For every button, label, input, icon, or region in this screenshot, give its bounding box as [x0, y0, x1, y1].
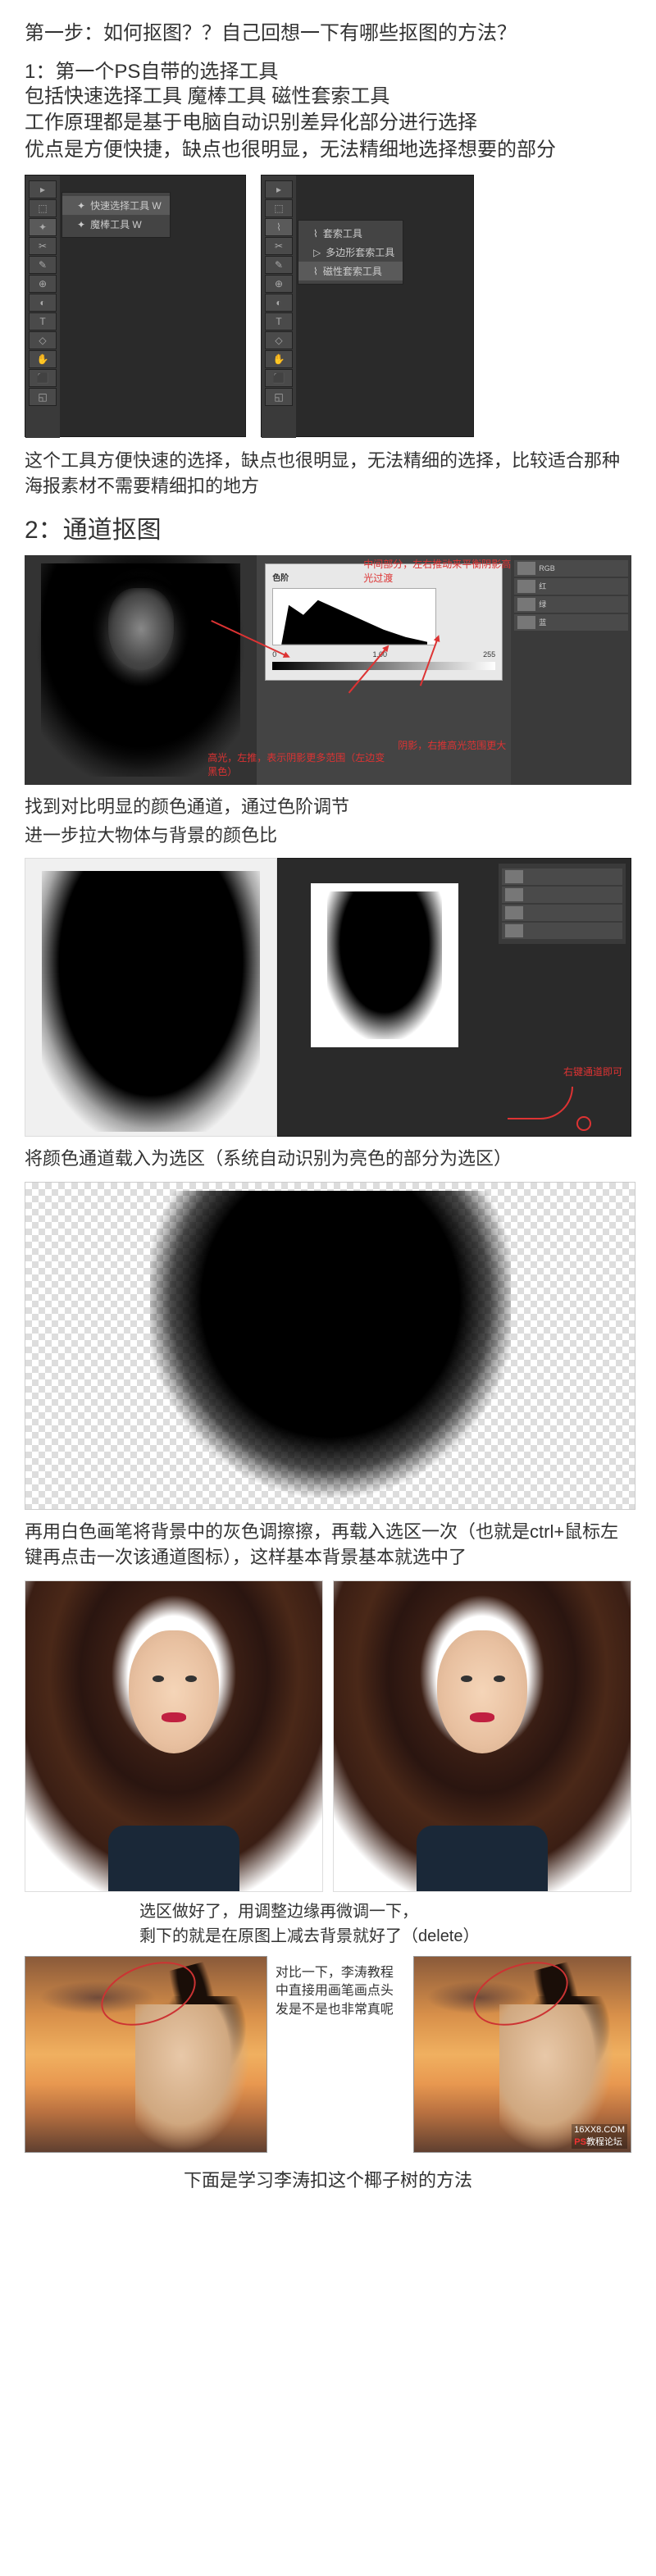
tool-icon: ✋	[29, 350, 57, 368]
tool-icon: T	[29, 312, 57, 331]
annot-bl: 高光，左推，表示阴影更多范围（左边变黑色）	[207, 750, 388, 778]
tool-icon: ✎	[29, 256, 57, 274]
tool-icon-lasso: ⌇	[265, 218, 293, 236]
caption-channel2: 将颜色通道载入为选区（系统自动识别为亮色的部分为选区）	[25, 1147, 631, 1172]
channel-row: 蓝	[514, 614, 628, 631]
channel-row: 红	[514, 578, 628, 595]
flyout-quickselect: ✦ 快速选择工具 W	[62, 196, 170, 215]
ps-channels-panel: RGB 红 绿 蓝	[511, 555, 631, 785]
flyout-magnetic-lasso: ⌇ 磁性套索工具	[298, 262, 403, 280]
channel-row: 绿	[514, 596, 628, 613]
method1-line3: 优点是方便快捷，缺点也很明显，无法精细地选择想要的部分	[25, 137, 631, 163]
portrait-right	[333, 1580, 631, 1892]
caption-channel1: 找到对比明显的颜色通道，通过色阶调节	[25, 795, 631, 820]
tool-icon: ◇	[29, 331, 57, 349]
tool-icon: ✂	[265, 237, 293, 255]
method2-header: 2：通道抠图	[25, 509, 631, 545]
indent-text1: 选区做好了，用调整边缘再微调一下，	[139, 1900, 631, 1923]
layers-panel	[499, 864, 626, 944]
portrait-left	[25, 1580, 323, 1892]
ps-panel-2: ▸ ⬚ ⌇ ✂ ✎ ⊕ ◐ T ◇ ✋ ⬛ ◱ ⌇ 套索工具 ▷ 多边形套索工具…	[261, 175, 474, 437]
tool-icon: T	[265, 312, 293, 331]
annot-top: 中间部分，左右推动来平衡阴影高光过渡	[363, 557, 511, 585]
caption-channel1b: 进一步拉大物体与背景的颜色比	[25, 823, 631, 849]
tool-icon: ⬛	[265, 369, 293, 387]
tool-icon: ◱	[265, 388, 293, 406]
ps-toolbar-1: ▸ ⬚ ✦ ✂ ✎ ⊕ ◐ T ◇ ✋ ⬛ ◱	[25, 176, 60, 438]
tool-icon: ◐	[29, 294, 57, 312]
sunset-right: 16XX8.COM PS教程论坛	[413, 1956, 631, 2153]
tool-icon: ⬛	[29, 369, 57, 387]
red-arrow-curve	[508, 1087, 573, 1119]
method1-line2: 工作原理都是基于电脑自动识别差异化部分进行选择	[25, 110, 631, 136]
indent-text2: 剩下的就是在原图上减去背景就好了（delete）	[139, 1925, 631, 1948]
tool-icon: ⊕	[265, 275, 293, 293]
channel-levels-screenshot: 色阶 01.00255 中间部分，左右推动来平衡阴影高光过渡 阴影，右推高光范围…	[25, 555, 631, 785]
annot-rightclick: 右键通道即可	[563, 1065, 622, 1078]
tool-icon: ⬚	[265, 199, 293, 217]
tool-icon: ✎	[265, 256, 293, 274]
watermark: 16XX8.COM PS教程论坛	[572, 2124, 627, 2149]
ps-workspace: 右键通道即可	[277, 858, 631, 1137]
flyout-lasso: ⌇ 套索工具	[298, 224, 403, 243]
histogram	[272, 588, 436, 645]
toolbar-screenshots: ▸ ⬚ ✦ ✂ ✎ ⊕ ◐ T ◇ ✋ ⬛ ◱ ✦ 快速选择工具 W ✦ 魔棒工…	[25, 175, 631, 437]
tool-icon: ▸	[265, 180, 293, 198]
flyout-menu-2: ⌇ 套索工具 ▷ 多边形套索工具 ⌇ 磁性套索工具	[298, 220, 403, 285]
tool-icon: ◇	[265, 331, 293, 349]
tool-icon: ◐	[265, 294, 293, 312]
channel-row: RGB	[514, 560, 628, 577]
silhouette-screenshot: 右键通道即可	[25, 858, 631, 1137]
red-circle	[576, 1116, 591, 1131]
compare-text: 对比一下，李涛教程中直接用画笔画点头发是不是也非常真呢	[276, 1956, 405, 2019]
tool-icon: ◱	[29, 388, 57, 406]
tool-icon: ✋	[265, 350, 293, 368]
ps-toolbar-2: ▸ ⬚ ⌇ ✂ ✎ ⊕ ◐ T ◇ ✋ ⬛ ◱	[262, 176, 296, 438]
canvas	[311, 883, 458, 1047]
flyout-poly-lasso: ▷ 多边形套索工具	[298, 243, 403, 262]
tool-icon: ⬚	[29, 199, 57, 217]
method1-num: 1：第一个PS自带的选择工具	[25, 55, 631, 84]
tool-icon: ⊕	[29, 275, 57, 293]
sunset-left	[25, 1956, 267, 2153]
tool-icon: ✂	[29, 237, 57, 255]
sunset-comparison: 对比一下，李涛教程中直接用画笔画点头发是不是也非常真呢 16XX8.COM PS…	[25, 1956, 631, 2153]
bottom-text: 下面是学习李涛扣这个椰子树的方法	[25, 2166, 631, 2192]
tool-icon: ▸	[29, 180, 57, 198]
caption-channel3: 再用白色画笔将背景中的灰色调擦擦，再载入选区一次（也就是ctrl+鼠标左键再点击…	[25, 1520, 631, 1571]
annot-br: 阴影，右推高光范围更大	[398, 738, 506, 752]
portrait-comparison	[25, 1580, 631, 1892]
ps-panel-1: ▸ ⬚ ✦ ✂ ✎ ⊕ ◐ T ◇ ✋ ⬛ ◱ ✦ 快速选择工具 W ✦ 魔棒工…	[25, 175, 246, 437]
flyout-magicwand: ✦ 魔棒工具 W	[62, 215, 170, 234]
method1-line1: 包括快速选择工具 魔棒工具 磁性套索工具	[25, 84, 631, 110]
caption-tool: 这个工具方便快速的选择，缺点也很明显，无法精细的选择，比较适合那种海报素材不需要…	[25, 449, 631, 499]
flyout-menu-1: ✦ 快速选择工具 W ✦ 魔棒工具 W	[61, 192, 171, 238]
silhouette-image	[25, 858, 277, 1137]
checker-silhouette	[25, 1182, 636, 1510]
tool-icon-quickselect: ✦	[29, 218, 57, 236]
step1-title: 第一步：如何抠图？？自己回想一下有哪些抠图的方法？	[25, 16, 631, 45]
